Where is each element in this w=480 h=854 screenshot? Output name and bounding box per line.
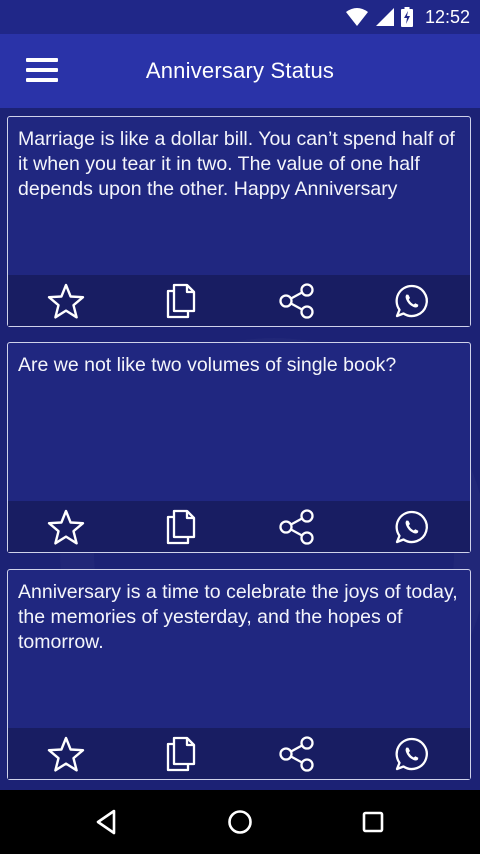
whatsapp-icon	[395, 510, 429, 543]
copy-icon	[167, 736, 196, 771]
battery-charging-icon	[400, 7, 413, 27]
recents-button[interactable]	[358, 807, 388, 837]
copy-icon	[167, 283, 196, 318]
status-text: Anniversary is a time to celebrate the j…	[18, 581, 458, 653]
home-circle-icon	[228, 810, 252, 834]
back-triangle-icon	[96, 809, 116, 835]
star-icon	[47, 736, 84, 771]
card-actions	[8, 728, 470, 779]
whatsapp-button[interactable]	[355, 728, 471, 779]
copy-button[interactable]	[124, 728, 240, 779]
cell-signal-icon	[375, 8, 394, 26]
status-icons: 12:52	[345, 6, 470, 28]
copy-button[interactable]	[124, 501, 240, 552]
share-icon	[279, 282, 314, 319]
share-icon	[279, 508, 314, 545]
copy-icon	[167, 509, 196, 544]
copy-button[interactable]	[124, 275, 240, 326]
star-icon	[47, 283, 84, 318]
whatsapp-icon	[395, 737, 429, 770]
wifi-icon	[345, 8, 368, 26]
star-icon	[47, 509, 84, 544]
status-bar: 12:52	[0, 0, 480, 34]
favorite-button[interactable]	[8, 728, 124, 779]
share-button[interactable]	[239, 501, 355, 552]
favorite-button[interactable]	[8, 275, 124, 326]
status-card: Are we not like two volumes of single bo…	[7, 342, 471, 553]
system-nav-bar	[0, 790, 480, 854]
home-button[interactable]	[225, 807, 255, 837]
status-list[interactable]: Marriage is like a dollar bill. You can’…	[0, 108, 480, 790]
whatsapp-button[interactable]	[355, 275, 471, 326]
share-button[interactable]	[239, 728, 355, 779]
card-actions	[8, 275, 470, 326]
app-bar: Anniversary Status	[0, 34, 480, 108]
share-icon	[279, 735, 314, 772]
back-button[interactable]	[92, 807, 122, 837]
share-button[interactable]	[239, 275, 355, 326]
whatsapp-icon	[395, 284, 429, 317]
status-time: 12:52	[424, 6, 470, 27]
status-text: Marriage is like a dollar bill. You can’…	[18, 128, 455, 200]
page-title: Anniversary Status	[145, 58, 335, 83]
card-actions	[8, 501, 470, 552]
recents-square-icon	[362, 811, 384, 833]
status-card: Anniversary is a time to celebrate the j…	[7, 569, 471, 780]
favorite-button[interactable]	[8, 501, 124, 552]
whatsapp-button[interactable]	[355, 501, 471, 552]
status-card: Marriage is like a dollar bill. You can’…	[7, 116, 471, 327]
status-text: Are we not like two volumes of single bo…	[18, 354, 397, 376]
